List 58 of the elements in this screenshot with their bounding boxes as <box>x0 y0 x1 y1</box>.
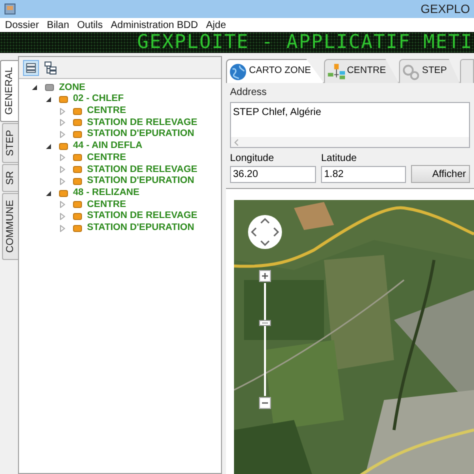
longitude-field[interactable]: 36.20 <box>230 166 316 183</box>
collapsed-arrow-icon[interactable] <box>59 154 66 162</box>
tab[interactable]: CENTRE <box>324 59 399 83</box>
latitude-field[interactable]: 1.82 <box>321 166 406 183</box>
address-label: Address <box>230 86 268 100</box>
globe-icon <box>229 62 247 80</box>
tree-item[interactable]: STATION DE RELEVAGE <box>87 162 198 177</box>
menu-item[interactable]: Ajde <box>206 18 226 32</box>
window-title: GEXPLO <box>420 1 470 18</box>
collapsed-arrow-icon[interactable] <box>59 201 66 208</box>
tree-item[interactable]: 02 - CHLEF <box>73 92 124 107</box>
tab[interactable] <box>460 59 474 83</box>
horizontal-scrollbar[interactable] <box>231 137 469 147</box>
scroll-left-icon[interactable] <box>234 138 239 146</box>
collapsed-arrow-icon[interactable] <box>59 131 66 138</box>
menu-item[interactable]: Dossier <box>5 18 39 32</box>
banner-text: GEXPLOITE - APPLICATIF METI <box>137 32 474 53</box>
address-field[interactable]: STEP Chlef, Algérie <box>230 102 470 148</box>
collapsed-arrow-icon[interactable] <box>59 119 66 126</box>
expanded-arrow-icon[interactable] <box>45 142 52 150</box>
tree-item[interactable]: CENTRE <box>87 150 126 166</box>
tree-item[interactable]: 44 - AIN DEFLA <box>73 139 142 154</box>
collapsed-arrow-icon[interactable] <box>59 178 66 185</box>
show-button[interactable]: Afficher <box>411 165 470 183</box>
side-tab[interactable]: GENERAL <box>0 60 18 122</box>
zoom-handle[interactable] <box>259 320 271 326</box>
menu-item[interactable]: Administration BDD <box>110 18 198 32</box>
expand-tree-icon[interactable] <box>43 60 59 76</box>
pan-control-icon[interactable] <box>247 214 283 250</box>
gears-icon <box>402 62 420 80</box>
zoom-in-icon[interactable] <box>259 270 271 282</box>
side-tab[interactable]: STEP <box>2 122 18 163</box>
tree-item[interactable]: CENTRE <box>87 198 126 212</box>
collapsed-arrow-icon[interactable] <box>59 108 66 115</box>
app-icon <box>4 3 16 15</box>
expanded-arrow-icon[interactable] <box>31 84 38 92</box>
tree-item[interactable]: 48 - RELIZANE <box>73 186 140 200</box>
network-icon <box>326 62 345 80</box>
tree-item[interactable]: ZONE <box>59 80 86 95</box>
menu-item[interactable]: Outils <box>77 18 103 32</box>
expanded-arrow-icon[interactable] <box>45 190 52 197</box>
tree-item[interactable]: STATION D'EPURATION <box>87 174 194 188</box>
zoom-out-icon[interactable] <box>259 397 271 409</box>
zoom-slider[interactable] <box>259 283 271 396</box>
side-tab[interactable]: SR <box>2 164 18 192</box>
tab[interactable]: STEP <box>399 59 460 83</box>
address-input[interactable]: STEP Chlef, Algérie <box>231 103 469 137</box>
collapse-tree-icon[interactable] <box>23 60 39 76</box>
latitude-label: Latitude <box>321 152 358 166</box>
collapsed-arrow-icon[interactable] <box>59 166 66 174</box>
side-tab[interactable]: COMMUNE <box>2 192 18 260</box>
longitude-label: Longitude <box>230 152 275 166</box>
tree-item[interactable]: CENTRE <box>87 104 126 118</box>
collapsed-arrow-icon[interactable] <box>59 212 66 220</box>
collapsed-arrow-icon[interactable] <box>59 224 66 232</box>
menu-item[interactable]: Bilan <box>46 18 70 32</box>
tab[interactable]: CARTO ZONE <box>226 59 324 83</box>
expanded-arrow-icon[interactable] <box>45 96 52 104</box>
